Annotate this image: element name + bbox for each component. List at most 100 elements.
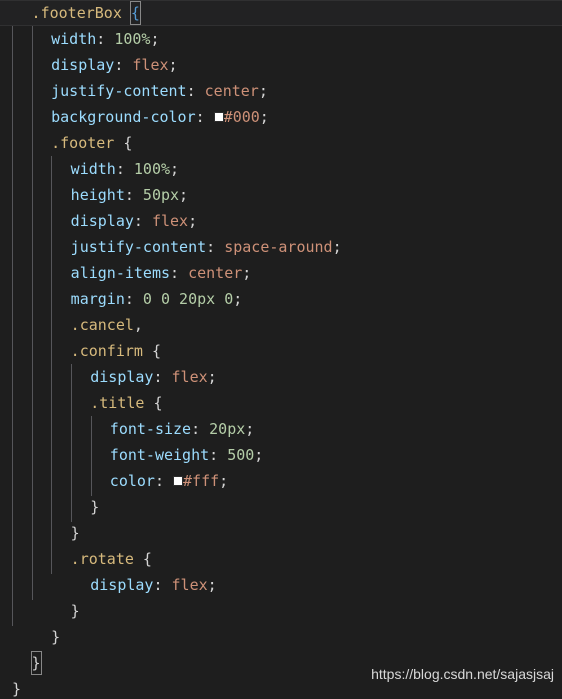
code-token: : <box>206 238 225 256</box>
code-line[interactable]: width: 100%; <box>0 156 562 182</box>
code-token: ; <box>207 368 217 386</box>
code-line[interactable]: margin: 0 0 20px 0; <box>0 286 562 312</box>
code-token: display <box>51 56 115 74</box>
code-line[interactable]: height: 50px; <box>0 182 562 208</box>
code-token: ; <box>245 420 255 438</box>
code-token: : <box>115 160 134 178</box>
code-token: background-color <box>51 108 196 126</box>
code-token: : <box>153 368 172 386</box>
code-token: ; <box>259 108 269 126</box>
code-line[interactable]: } <box>0 624 562 650</box>
code-token: .footer <box>51 134 115 152</box>
code-token: ; <box>233 290 243 308</box>
bracket-match-token: { <box>129 1 141 25</box>
code-token: #000 <box>223 108 260 126</box>
code-token: .title <box>90 394 145 412</box>
code-token: .rotate <box>70 550 134 568</box>
code-token: justify-content <box>70 238 207 256</box>
code-token: ; <box>188 212 198 230</box>
code-token: ; <box>168 56 178 74</box>
code-line[interactable]: } <box>0 494 562 520</box>
code-token: 50px <box>142 186 180 204</box>
color-swatch-icon[interactable] <box>173 475 184 486</box>
code-token: 100% <box>133 160 171 178</box>
code-token: font-size <box>109 420 192 438</box>
code-line[interactable]: font-size: 20px; <box>0 416 562 442</box>
code-token: : <box>170 264 189 282</box>
code-token: width <box>51 30 97 48</box>
code-token: display <box>90 368 154 386</box>
code-token: } <box>70 602 80 620</box>
code-line[interactable]: .rotate { <box>0 546 562 572</box>
code-token: : <box>133 212 152 230</box>
code-line[interactable]: width: 100%; <box>0 26 562 52</box>
code-token: space-around <box>224 238 333 256</box>
code-line[interactable]: justify-content: space-around; <box>0 234 562 260</box>
code-line[interactable]: align-items: center; <box>0 260 562 286</box>
code-content[interactable]: .footerBox {width: 100%; display: flex; ju… <box>0 0 562 698</box>
code-line[interactable]: justify-content: center; <box>0 78 562 104</box>
code-token: ; <box>258 82 268 100</box>
code-line[interactable]: .title { <box>0 390 562 416</box>
code-token: flex <box>171 368 208 386</box>
code-token: } <box>12 680 22 698</box>
code-line[interactable]: font-weight: 500; <box>0 442 562 468</box>
code-token: .cancel <box>70 316 134 334</box>
code-token: justify-content <box>51 82 187 100</box>
code-token: } <box>51 628 61 646</box>
code-token: : <box>209 446 228 464</box>
code-token: , <box>133 316 143 334</box>
code-token: 20px <box>209 420 246 438</box>
code-token: margin <box>70 290 125 308</box>
code-line[interactable]: .footer { <box>0 130 562 156</box>
code-token: ; <box>179 186 189 204</box>
code-editor[interactable]: .footerBox {width: 100%; display: flex; ju… <box>0 0 562 699</box>
code-line[interactable]: background-color: #000; <box>0 104 562 130</box>
code-token: { <box>133 550 152 568</box>
color-swatch-icon[interactable] <box>213 111 224 122</box>
code-token: : <box>154 472 174 490</box>
code-token: 0 0 20px 0 <box>142 290 234 308</box>
code-token: : <box>195 108 214 126</box>
watermark-url: https://blog.csdn.net/sajasjsaj <box>371 666 554 682</box>
code-token: { <box>142 342 161 360</box>
code-line[interactable]: display: flex; <box>0 52 562 78</box>
code-line[interactable]: } <box>0 598 562 624</box>
code-line[interactable]: display: flex; <box>0 208 562 234</box>
code-line[interactable]: .footerBox { <box>0 0 562 26</box>
code-token: color <box>109 472 155 490</box>
code-line[interactable]: display: flex; <box>0 364 562 390</box>
code-token: display <box>90 576 154 594</box>
code-token: display <box>70 212 134 230</box>
code-token: { <box>114 134 133 152</box>
code-token: center <box>188 264 243 282</box>
code-line[interactable]: .cancel, <box>0 312 562 338</box>
code-token: { <box>144 394 163 412</box>
code-line[interactable]: color: #fff; <box>0 468 562 494</box>
code-line[interactable]: .confirm { <box>0 338 562 364</box>
code-line[interactable]: } <box>0 520 562 546</box>
code-line[interactable]: display: flex; <box>0 572 562 598</box>
code-token: center <box>204 82 259 100</box>
code-token: flex <box>151 212 189 230</box>
